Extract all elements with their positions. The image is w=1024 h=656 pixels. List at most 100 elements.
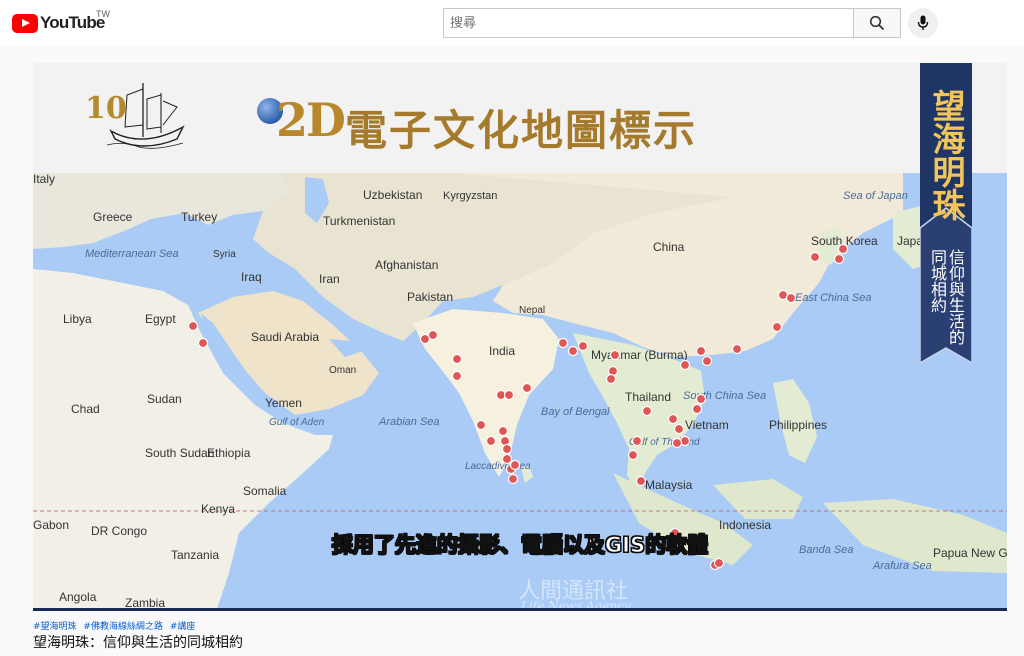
- location-marker: [197, 337, 209, 349]
- video-subtitle: 採用了先進的攝影、電腦以及GIS的軟體: [331, 533, 709, 558]
- location-marker: [671, 437, 683, 449]
- hashtags: #望海明珠 #佛教海線絲綢之路 #講座: [33, 619, 199, 632]
- location-marker: [713, 557, 725, 569]
- map-label: Syria: [213, 249, 236, 260]
- map-label: Angola: [59, 590, 97, 604]
- hashtag-link[interactable]: #望海明珠: [33, 622, 77, 632]
- map-label: South China Sea: [683, 390, 766, 402]
- map-label: Nepal: [519, 305, 545, 316]
- hashtag-link[interactable]: #佛教海線絲綢之路: [83, 622, 163, 632]
- map-label: Ethiopia: [207, 446, 251, 460]
- search-button[interactable]: [853, 8, 901, 38]
- location-marker: [475, 419, 487, 431]
- location-marker: [695, 345, 707, 357]
- map-label: Sea of Japan: [843, 190, 908, 202]
- top-bar: YouTube TW: [0, 0, 1024, 46]
- location-marker: [507, 473, 519, 485]
- location-marker: [641, 405, 653, 417]
- ribbon-subtitle: 信仰與生活的同城相約: [928, 249, 965, 345]
- location-marker: [451, 353, 463, 365]
- youtube-logo[interactable]: YouTube TW: [12, 9, 110, 34]
- location-marker: [627, 449, 639, 461]
- map-label: Chad: [71, 402, 100, 416]
- location-marker: [521, 382, 533, 394]
- map-label: Thailand: [625, 390, 671, 404]
- location-marker: [609, 349, 621, 361]
- microphone-icon: [917, 15, 929, 30]
- youtube-play-icon: [12, 13, 38, 33]
- map-label: Greece: [93, 210, 133, 224]
- map-label: Iraq: [241, 270, 262, 284]
- map-label: Philippines: [769, 418, 827, 432]
- location-marker: [577, 340, 589, 352]
- map-label: Turkmenistan: [323, 214, 395, 228]
- map-label: Sudan: [147, 392, 182, 406]
- search-input[interactable]: [443, 8, 855, 38]
- location-marker: [485, 435, 497, 447]
- location-marker: [501, 453, 513, 465]
- video-progress-bar[interactable]: [33, 608, 1007, 611]
- location-marker: [695, 393, 707, 405]
- location-marker: [605, 373, 617, 385]
- video-title: 望海明珠：信仰與生活的同城相約: [33, 635, 243, 651]
- logo-text: YouTube: [40, 13, 105, 32]
- location-marker: [631, 435, 643, 447]
- location-marker: [187, 320, 199, 332]
- ribbon-title: 望海明珠: [927, 89, 966, 221]
- map-label: East China Sea: [795, 292, 871, 304]
- map-label: Afghanistan: [375, 258, 438, 272]
- map-label: Malaysia: [645, 478, 693, 492]
- map-label: Kyrgyzstan: [443, 190, 497, 202]
- video-player[interactable]: 10 2D 電子文化地圖標示 Italy Uzbekistan Kyrgyzst…: [33, 63, 1007, 609]
- location-marker: [785, 292, 797, 304]
- map-label: Myanmar (Burma): [591, 348, 688, 362]
- map-label: Mediterranean Sea: [85, 248, 179, 260]
- map-label: Kenya: [201, 502, 235, 516]
- map-label: China: [653, 240, 685, 254]
- location-marker: [673, 423, 685, 435]
- location-marker: [731, 343, 743, 355]
- map-label: Uzbekistan: [363, 188, 422, 202]
- location-marker: [503, 389, 515, 401]
- banner-2d-badge: 2D: [276, 93, 346, 147]
- map-label: Yemen: [265, 396, 302, 410]
- video-banner: 10 2D 電子文化地圖標示: [33, 63, 1007, 173]
- location-marker: [691, 403, 703, 415]
- location-marker: [501, 443, 513, 455]
- location-marker: [557, 337, 569, 349]
- map-label: Arafura Sea: [872, 560, 932, 572]
- location-marker: [497, 425, 509, 437]
- location-marker: [567, 345, 579, 357]
- map-label: South Sudan: [145, 446, 214, 460]
- location-marker: [837, 243, 849, 255]
- map-label: Pakistan: [407, 290, 453, 304]
- map-label: Iran: [319, 272, 340, 286]
- map-label: Somalia: [243, 484, 287, 498]
- location-marker: [833, 253, 845, 265]
- map-label: Libya: [63, 312, 92, 326]
- location-marker: [667, 413, 679, 425]
- location-marker: [701, 355, 713, 367]
- map-label: Oman: [329, 365, 356, 376]
- map-label: Turkey: [181, 210, 217, 224]
- location-marker: [809, 251, 821, 263]
- hashtag-link[interactable]: #講座: [170, 622, 196, 632]
- location-marker: [427, 329, 439, 341]
- voice-search-button[interactable]: [908, 8, 938, 38]
- region-code: TW: [96, 9, 110, 19]
- search-icon: [869, 15, 885, 31]
- ship-icon: [106, 83, 185, 149]
- map-label: Vietnam: [685, 418, 729, 432]
- map-label: Arabian Sea: [378, 416, 440, 428]
- map-label: Laccadive Sea: [465, 461, 531, 472]
- location-marker: [451, 370, 463, 382]
- location-marker: [679, 359, 691, 371]
- map-label: India: [489, 344, 515, 358]
- map-label: Italy: [33, 173, 55, 186]
- map-label: Gulf of Aden: [269, 417, 325, 428]
- location-marker: [771, 321, 783, 333]
- map-label: Egypt: [145, 312, 176, 326]
- map-label: Bay of Bengal: [541, 406, 610, 418]
- location-marker: [509, 459, 521, 471]
- location-marker: [635, 475, 647, 487]
